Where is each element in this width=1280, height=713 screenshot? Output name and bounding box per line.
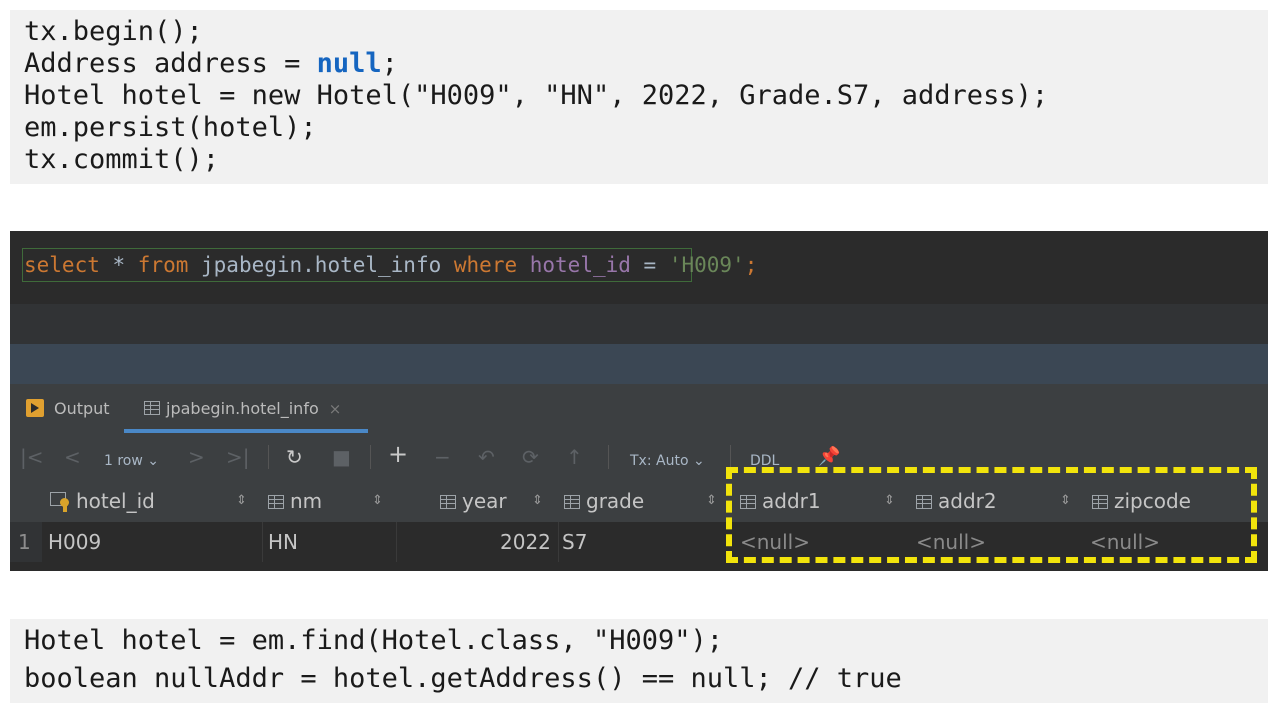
tab-label: jpabegin.hotel_info <box>166 399 319 418</box>
sql-token: = <box>630 253 669 277</box>
column-header-nm[interactable]: nm <box>268 489 322 513</box>
tab-output[interactable]: Output <box>26 396 110 422</box>
toolbar-divider <box>268 445 269 469</box>
code-text: Address address = <box>24 48 317 79</box>
code-block-bottom: Hotel hotel = em.find(Hotel.class, "H009… <box>10 619 1268 703</box>
primary-key-icon <box>50 492 72 512</box>
sql-keyword: where <box>453 253 518 277</box>
sql-token: * <box>99 253 138 277</box>
code-line: tx.commit(); <box>24 144 220 175</box>
null-columns-highlight <box>726 467 1257 563</box>
code-line: Hotel hotel = new Hotel("H009", "HN", 20… <box>24 80 1049 111</box>
rows-label: 1 row <box>104 453 143 469</box>
table-icon <box>144 401 160 415</box>
sort-icon[interactable]: ⇕ <box>532 491 543 511</box>
remove-row-icon[interactable]: − <box>434 444 451 470</box>
column-header-grade[interactable]: grade <box>564 489 644 513</box>
tab-label: Output <box>54 399 110 418</box>
code-line: em.persist(hotel); <box>24 112 317 143</box>
rows-selector[interactable]: 1 row ⌄ <box>104 448 159 474</box>
sql-string: 'H009' <box>668 253 745 277</box>
column-name: nm <box>290 489 323 513</box>
code-block-top: tx.begin(); Address address = null; Hote… <box>10 10 1268 184</box>
output-icon <box>26 399 44 417</box>
cell-year[interactable]: 2022 <box>500 530 551 554</box>
code-line: Hotel hotel = em.find(Hotel.class, "H009… <box>24 625 723 656</box>
sql-column: hotel_id <box>517 253 631 277</box>
editor-selected-line <box>10 344 1268 384</box>
column-header-hotel-id[interactable]: hotel_id <box>50 489 155 513</box>
sql-table: jpabegin.hotel_info <box>188 253 454 277</box>
refresh-icon[interactable]: ↻ <box>286 444 303 470</box>
tx-mode-selector[interactable]: Tx: Auto ⌄ <box>630 448 705 474</box>
chevron-down-icon: ⌄ <box>692 453 705 469</box>
active-tab-indicator <box>124 429 368 433</box>
revert-icon[interactable]: ↶ <box>478 444 495 470</box>
close-icon[interactable]: × <box>329 400 342 418</box>
next-page-icon[interactable]: > <box>188 444 205 470</box>
column-divider <box>262 522 263 562</box>
first-page-icon[interactable]: |< <box>20 444 44 470</box>
toolbar-divider <box>370 445 371 469</box>
last-page-icon[interactable]: >| <box>226 444 250 470</box>
prev-page-icon[interactable]: < <box>64 444 81 470</box>
sql-token: ; <box>744 253 758 277</box>
toolbar-divider <box>608 445 609 469</box>
sql-keyword: select <box>24 253 100 277</box>
sort-icon[interactable]: ⇕ <box>706 491 717 511</box>
sort-icon[interactable]: ⇕ <box>372 491 383 511</box>
row-number-label: 1 <box>18 530 31 554</box>
submit-icon[interactable]: ⟳ <box>522 444 539 470</box>
code-line: boolean nullAddr = hotel.getAddress() ==… <box>24 663 902 694</box>
column-icon <box>440 495 456 509</box>
sql-query[interactable]: select * from jpabegin.hotel_info where … <box>24 251 757 279</box>
column-name: year <box>462 489 507 513</box>
sort-icon[interactable]: ⇕ <box>236 491 247 511</box>
sql-editor[interactable]: select * from jpabegin.hotel_info where … <box>10 231 1268 304</box>
cell-hotel-id[interactable]: H009 <box>48 530 101 554</box>
column-icon <box>564 495 580 509</box>
code-semicolon: ; <box>381 48 398 79</box>
stop-icon[interactable]: ■ <box>332 444 351 470</box>
tab-hotel-info[interactable]: jpabegin.hotel_info × <box>144 396 341 422</box>
sql-keyword: from <box>137 253 189 277</box>
null-keyword: null <box>316 48 382 79</box>
column-divider <box>558 522 559 562</box>
column-icon <box>268 495 284 509</box>
chevron-down-icon: ⌄ <box>147 453 160 469</box>
cell-nm[interactable]: HN <box>268 530 298 554</box>
column-name: grade <box>586 489 645 513</box>
row-number: 1 <box>10 522 42 562</box>
editor-empty-area <box>10 304 1268 344</box>
cell-grade[interactable]: S7 <box>562 530 587 554</box>
tx-mode-label: Tx: Auto <box>630 453 689 469</box>
upload-icon[interactable]: ↑ <box>566 444 583 470</box>
toolbar-divider <box>730 445 731 469</box>
column-header-year[interactable]: year <box>440 489 507 513</box>
code-line: tx.begin(); <box>24 16 203 47</box>
code-line: Address address = null; <box>24 48 398 80</box>
column-name: hotel_id <box>76 489 155 513</box>
add-row-icon[interactable]: + <box>388 441 408 467</box>
result-tabs: Output jpabegin.hotel_info × <box>10 384 1268 434</box>
column-divider <box>396 522 397 562</box>
